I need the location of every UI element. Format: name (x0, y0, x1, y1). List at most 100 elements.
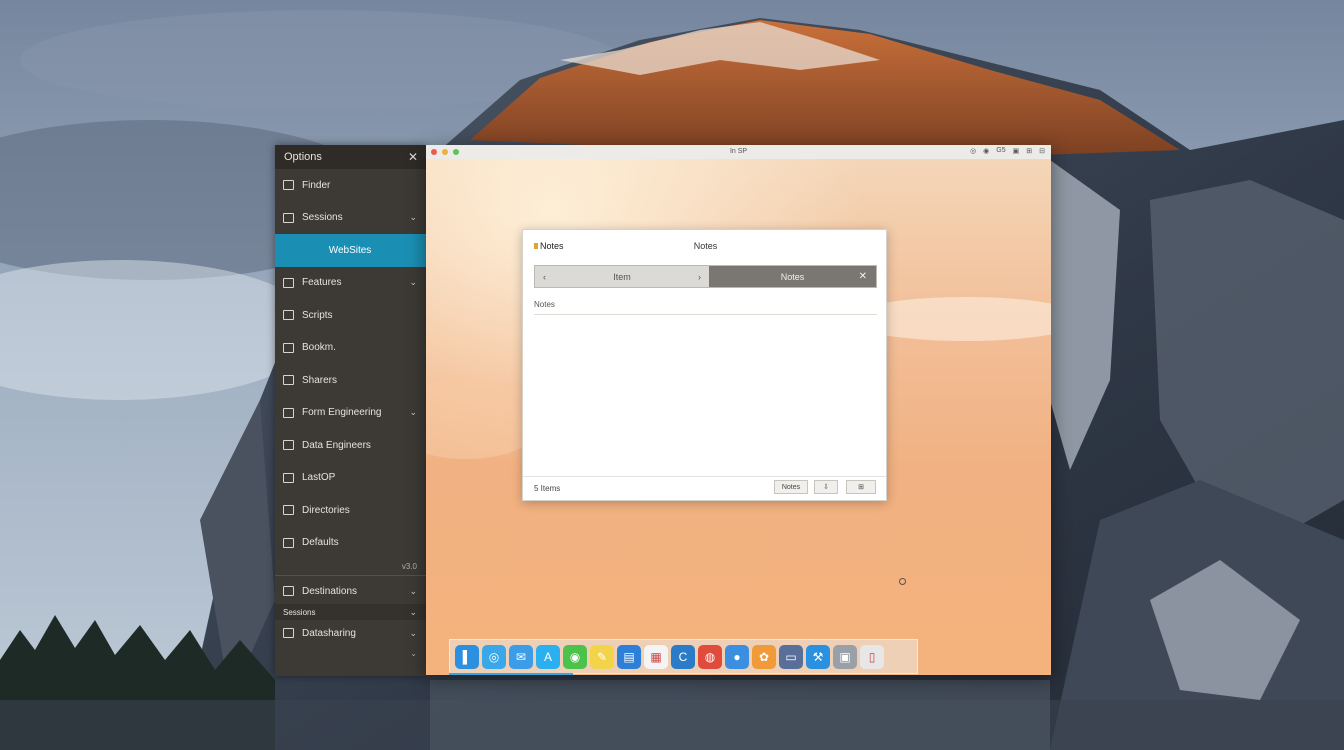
sidebar-item-destinations[interactable]: Destinations ⌄ (275, 578, 426, 604)
divider (534, 314, 877, 315)
section-label: Notes (534, 300, 555, 309)
xcode-icon[interactable]: ⚒ (806, 644, 830, 669)
chevron-down-icon: ⌄ (409, 585, 417, 596)
sidebar-item-lastop[interactable]: LastOP (275, 462, 426, 495)
chevron-down-icon: ⌄ (409, 212, 417, 223)
chevron-right-icon[interactable]: › (698, 272, 701, 282)
defaults-icon (283, 537, 294, 548)
data-icon (283, 440, 294, 451)
sidebar-item-label: Datasharing (302, 627, 356, 639)
bookmarks-icon (283, 342, 294, 353)
status-icon[interactable]: ⊞ (1026, 147, 1032, 155)
mail-icon[interactable]: ✉ (509, 644, 533, 669)
dock: ▌ ◎ ✉ A ◉ ✎ ▤ ▦ C ◍ ● ✿ ▭ ⚒ ▣ ▯ (449, 639, 918, 674)
form-icon (283, 407, 294, 418)
sidebar-item-label: Defaults (302, 537, 339, 549)
monitor-icon[interactable]: ▭ (779, 644, 803, 669)
screenshot-icon[interactable]: ▣ (833, 644, 857, 669)
sidebar-item-features[interactable]: Features ⌄ (275, 267, 426, 300)
status-icon[interactable]: ◉ (983, 147, 989, 155)
scripts-icon (283, 310, 294, 321)
notes-button[interactable]: Notes (774, 480, 808, 494)
sidebar-close-icon[interactable]: ✕ (408, 150, 418, 164)
sidebar-item-form-engineering[interactable]: Form Engineering ⌄ (275, 397, 426, 430)
facetime-icon[interactable]: ● (725, 644, 749, 669)
destinations-icon (283, 586, 294, 596)
sidebar-item-label: Finder (302, 179, 331, 191)
messages-icon[interactable]: ◉ (563, 644, 587, 669)
sessions-icon (283, 212, 294, 223)
tab-label: Notes (780, 271, 805, 282)
trash-icon[interactable]: ▯ (860, 644, 884, 669)
dock-active-indicator (449, 673, 573, 675)
tab-item[interactable]: ‹ Item › (535, 266, 709, 287)
calendar-icon[interactable]: ▦ (644, 644, 668, 669)
sidebar-header: Options ✕ (275, 145, 426, 169)
sidebar-item-label: Destinations (302, 585, 358, 597)
directory-icon (283, 505, 294, 516)
options-sidebar: Options ✕ Finder Sessions ⌄ WebSites Fea… (275, 145, 426, 676)
sidebar-item-label: Features (302, 277, 342, 289)
sidebar-item-directories[interactable]: Directories (275, 494, 426, 527)
window-title: In SP (729, 148, 748, 155)
sidebar-item-label: Bookm. (302, 342, 336, 354)
sidebar-item-sessions-group[interactable]: Sessions ⌄ (275, 604, 426, 620)
status-icon[interactable]: G5 (996, 147, 1005, 155)
divider (275, 575, 426, 576)
appstore-icon[interactable]: A (536, 644, 560, 669)
chevron-down-icon: ⌄ (409, 407, 417, 418)
sidebar-item-label: Directories (302, 504, 350, 516)
sidebar-item-scripts[interactable]: Scripts (275, 299, 426, 332)
sidebar-item-datasharing[interactable]: Datasharing ⌄ (275, 620, 426, 646)
item-count-status: 5 Items (534, 484, 561, 493)
sidebar-item-defaults[interactable]: Defaults (275, 527, 426, 560)
sidebar-item-label: Form Engineering (302, 407, 382, 419)
version-label: v3.0 (401, 561, 417, 571)
tab-label: Item (613, 271, 631, 282)
sidebar-item-label: Sharers (302, 374, 338, 386)
sidebar-item-label: Sessions (283, 607, 316, 617)
tab-notes[interactable]: Notes ✕ (709, 266, 876, 287)
mouse-cursor (899, 578, 906, 585)
sidebar-item-label: Scripts (302, 309, 333, 321)
close-icon[interactable]: ✕ (859, 271, 867, 282)
chevron-left-icon[interactable]: ‹ (543, 272, 546, 282)
status-icon[interactable]: ⊟ (1039, 147, 1045, 155)
sidebar-item-sessions[interactable]: Sessions ⌄ (275, 202, 426, 235)
chevron-down-icon: ⌄ (409, 627, 417, 638)
ccleaner-icon[interactable]: C (671, 644, 695, 669)
sidebar-item-sharers[interactable]: Sharers (275, 364, 426, 397)
sidebar-item-label: LastOP (302, 472, 336, 484)
sidebar-item-finder[interactable]: Finder (275, 169, 426, 202)
chrome-icon[interactable]: ◍ (698, 644, 722, 669)
chevron-down-icon: ⌄ (409, 277, 417, 288)
panel-icon (283, 180, 294, 191)
safari-icon[interactable]: ◎ (482, 644, 506, 669)
sidebar-item-bookmarks[interactable]: Bookm. (275, 332, 426, 365)
sidebar-item-label: Data Engineers (302, 439, 371, 451)
window-titlebar: In SP ◎ ◉ G5 ▣ ⊞ ⊟ (426, 145, 1051, 159)
chevron-down-icon[interactable]: ⌄ (410, 649, 417, 658)
sidebar-footer: ⌄ (275, 646, 426, 660)
status-icon[interactable]: ▣ (1013, 147, 1020, 155)
notes-icon[interactable]: ✎ (590, 644, 614, 669)
sidebar-item-websites[interactable]: WebSites (275, 234, 426, 267)
divider (523, 476, 886, 477)
share-icon (283, 375, 294, 386)
datasharing-icon (283, 628, 294, 638)
sidebar-title: Options (284, 151, 322, 163)
status-icon[interactable]: ◎ (970, 147, 976, 155)
main-window: In SP ◎ ◉ G5 ▣ ⊞ ⊟ Notes Notes ‹ Item › … (426, 145, 1051, 675)
preview-icon[interactable]: ▤ (617, 644, 641, 669)
sidebar-item-label: WebSites (328, 244, 372, 256)
grid-button[interactable]: ⊞ (846, 480, 876, 494)
download-button[interactable]: ⇩ (814, 480, 838, 494)
tab-bar: ‹ Item › Notes ✕ (534, 265, 877, 288)
last-icon (283, 472, 294, 483)
finder-icon[interactable]: ▌ (455, 644, 479, 669)
sidebar-version-row: v3.0 (275, 559, 426, 573)
photos-icon[interactable]: ✿ (752, 644, 776, 669)
sidebar-item-label: Sessions (302, 212, 343, 224)
features-icon (283, 277, 294, 288)
sidebar-item-data-engineers[interactable]: Data Engineers (275, 429, 426, 462)
